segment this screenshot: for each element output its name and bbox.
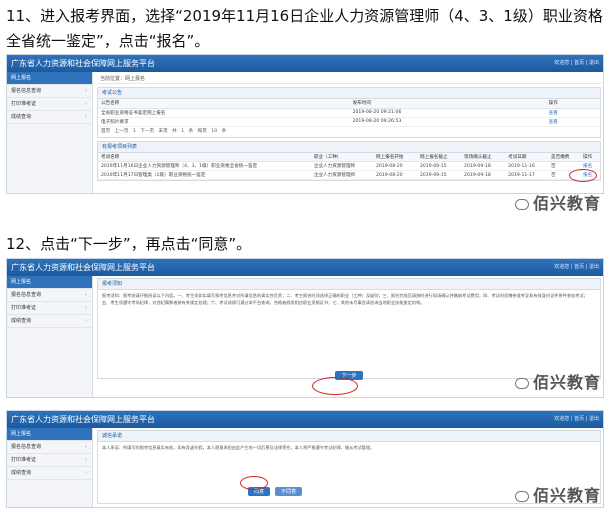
highlight-circle bbox=[312, 377, 358, 395]
sidebar: 网上报名 报名信息查询 打印准考证 成绩查询 bbox=[7, 276, 93, 397]
sidebar-item-score-query[interactable]: 成绩查询 bbox=[7, 111, 92, 124]
view-link[interactable]: 查看 bbox=[545, 108, 600, 118]
pager[interactable]: 首页 上一页 1 下一页 末页 共 1 条 每页 10 条 bbox=[98, 127, 600, 137]
sidebar-item-print-admission[interactable]: 打印准考证 bbox=[7, 98, 92, 111]
wechat-icon bbox=[515, 199, 529, 210]
sidebar: 网上报名 报名信息查询 打印准考证 成绩查询 bbox=[7, 428, 93, 507]
table-row: 2019年11月16日企业人力资源管理师（4、3、1级）职业资格全省统一鉴定 企业… bbox=[98, 161, 600, 171]
watermark: 佰兴教育 bbox=[515, 369, 601, 393]
agreement-panel: 报考须知 报考须知：报考前请仔细阅读以下内容。一、考生须如实填写报考信息并对所填… bbox=[97, 278, 601, 380]
confirm-title: 诚信承诺 bbox=[98, 431, 600, 442]
sidebar-item-register-query[interactable]: 报名信息查询 bbox=[7, 85, 92, 98]
notice-panel: 考试公告 公告名称 发布时间 操作 全省职业资格证书鉴定网上报名 2019-08-20… bbox=[97, 87, 601, 138]
wechat-icon bbox=[515, 491, 529, 502]
agreement-text: 报考须知：报考前请仔细阅读以下内容。一、考生须如实填写报考信息并对所填信息的真实… bbox=[102, 293, 588, 306]
watermark: 佰兴教育 bbox=[515, 190, 601, 214]
exam-table: 考试名称 职业（工种） 网上报名开始 网上报名截止 现场确认截止 考试日期 是否缴费 操作 2… bbox=[98, 152, 600, 180]
agreement-title: 报考须知 bbox=[98, 279, 600, 290]
notice-table: 公告名称 发布时间 操作 全省职业资格证书鉴定网上报名 2019-08-20 09:2… bbox=[98, 99, 600, 127]
wechat-icon bbox=[515, 378, 529, 389]
header-links[interactable]: 欢迎您 | 首页 | 退出 bbox=[554, 55, 599, 72]
step-11-text: 11、进入报考界面，选择“2019年11月16日企业人力资源管理师（4、3、1级… bbox=[6, 7, 603, 50]
confirm-text: 本人承诺：所填写的报考信息真实有效，如有弄虚作假，本人愿意承担由此产生的一切后果… bbox=[102, 445, 375, 450]
exam-panel: 有报考项目列表 考试名称 职业（工种） 网上报名开始 网上报名截止 现场确认截止 考试日期… bbox=[97, 140, 601, 181]
view-link[interactable]: 查看 bbox=[545, 117, 600, 127]
portal-header: 广东省人力资源和社会保障网上服务平台 欢迎您 | 首页 | 退出 bbox=[7, 55, 603, 72]
portal-header: 广东省人力资源和社会保障网上服务平台 欢迎您 | 首页 | 退出 bbox=[7, 259, 603, 276]
table-row: 全省职业资格证书鉴定网上报名 2019-08-20 09:21:06 查看 bbox=[98, 108, 600, 118]
step-12-text: 12、点击“下一步”，再点击“同意”。 bbox=[6, 235, 252, 253]
highlight-circle bbox=[569, 169, 597, 182]
notice-panel-title: 考试公告 bbox=[98, 88, 600, 99]
watermark: 佰兴教育 bbox=[515, 482, 601, 506]
exam-list-screenshot: 广东省人力资源和社会保障网上服务平台 欢迎您 | 首页 | 退出 网上报名 报名信… bbox=[6, 54, 604, 194]
table-row: 2019年11月17日管理类（1级）职业资格统一鉴定 企业人力资源管理师 2019-… bbox=[98, 170, 600, 180]
breadcrumb: 当前位置：网上报名 bbox=[97, 74, 601, 84]
sidebar-item-online-register[interactable]: 网上报名 bbox=[7, 72, 92, 85]
table-row: 电子照片要求 2019-08-20 09:26:53 查看 bbox=[98, 117, 600, 127]
portal-header: 广东省人力资源和社会保障网上服务平台 欢迎您 | 首页 | 退出 bbox=[7, 411, 603, 428]
sidebar: 网上报名 报名信息查询 打印准考证 成绩查询 bbox=[7, 72, 93, 193]
highlight-circle bbox=[240, 476, 268, 490]
disagree-button[interactable]: 不同意 bbox=[275, 487, 303, 496]
portal-title: 广东省人力资源和社会保障网上服务平台 bbox=[11, 59, 155, 68]
exam-panel-title: 有报考项目列表 bbox=[98, 141, 600, 153]
